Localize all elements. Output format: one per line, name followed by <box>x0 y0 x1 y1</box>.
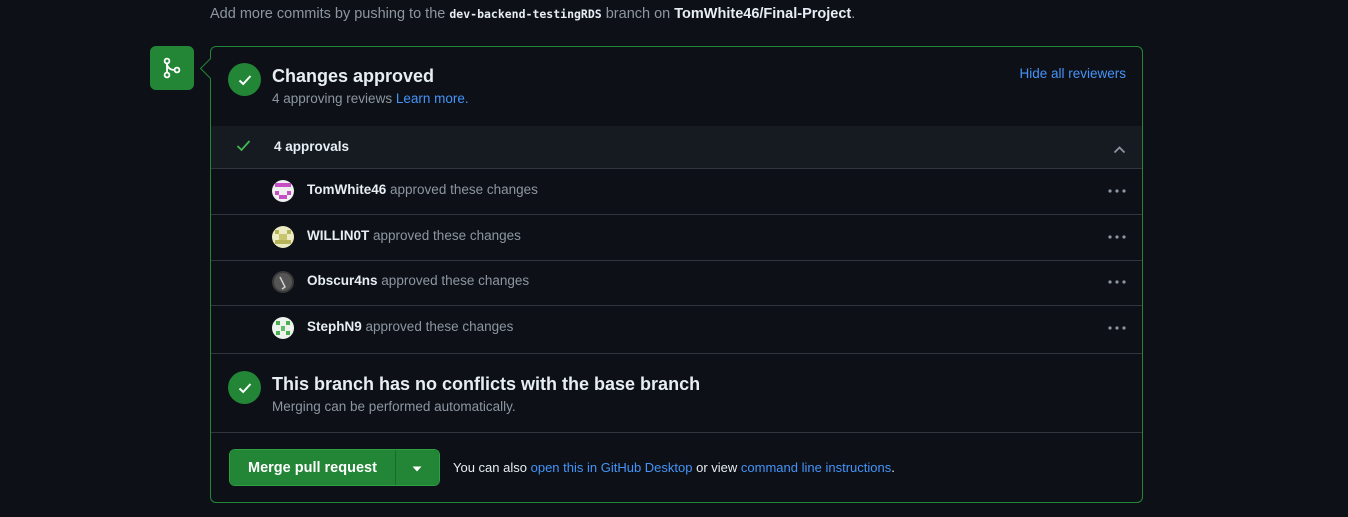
reviewer-row: Obscur4ns approved these changes <box>211 260 1142 306</box>
push-instructions: Add more commits by pushing to the dev-b… <box>210 6 855 22</box>
hide-all-reviewers-link[interactable]: Hide all reviewers <box>1019 66 1126 81</box>
mergeability-section: This branch has no conflicts with the ba… <box>211 353 1142 433</box>
merge-actions: Merge pull request You can also open thi… <box>211 431 1142 502</box>
kebab-horizontal-icon[interactable] <box>1106 180 1128 202</box>
reviewer-text: TomWhite46 approved these changes <box>307 182 538 197</box>
review-status-subtitle: 4 approving reviews Learn more. <box>272 91 469 106</box>
reviewer-name[interactable]: TomWhite46 <box>307 182 386 197</box>
chevron-up-icon[interactable] <box>1113 141 1126 159</box>
review-status-section: Changes approved 4 approving reviews Lea… <box>211 47 1142 127</box>
command-line-instructions-link[interactable]: command line instructions <box>741 460 891 475</box>
triangle-down-icon <box>412 460 422 475</box>
review-status-title: Changes approved <box>272 66 435 86</box>
reviewer-action: approved these changes <box>381 273 530 288</box>
reviewer-row: TomWhite46 approved these changes <box>211 169 1142 215</box>
reviewer-action: approved these changes <box>373 228 521 243</box>
kebab-horizontal-icon[interactable] <box>1106 271 1128 293</box>
push-instructions-middle: branch on <box>605 6 671 22</box>
reviewer-text: StephN9 approved these changes <box>307 319 513 334</box>
check-icon <box>236 139 251 157</box>
merge-note-suffix: . <box>891 460 895 475</box>
push-instructions-prefix: Add more commits by pushing to the <box>210 6 446 22</box>
check-circle-icon <box>228 371 261 404</box>
learn-more-link[interactable]: Learn more. <box>396 91 469 106</box>
reviewer-name[interactable]: Obscur4ns <box>307 273 378 288</box>
avatar[interactable] <box>272 180 294 202</box>
branch-name: dev-backend-testingRDS <box>449 7 602 21</box>
approvals-count-label: 4 approvals <box>274 139 350 154</box>
kebab-horizontal-icon[interactable] <box>1106 317 1128 339</box>
reviewer-text: WILLIN0T approved these changes <box>307 228 521 243</box>
reviewer-action: approved these changes <box>390 182 538 197</box>
merge-button-group: Merge pull request <box>229 449 440 486</box>
reviewer-name[interactable]: StephN9 <box>307 319 362 334</box>
merge-note-middle: or view <box>696 460 738 475</box>
reviewer-row: StephN9 approved these changes <box>211 306 1142 351</box>
git-merge-icon <box>150 46 194 90</box>
merge-note-prefix: You can also <box>453 460 527 475</box>
repo-name: TomWhite46/Final-Project <box>674 6 852 22</box>
push-instructions-suffix: . <box>851 6 856 22</box>
reviewer-row: WILLIN0T approved these changes <box>211 215 1142 261</box>
mergeability-subtitle: Merging can be performed automatically. <box>272 399 516 414</box>
merge-alternatives-note: You can also open this in GitHub Desktop… <box>453 460 895 475</box>
merge-method-dropdown[interactable] <box>394 450 439 485</box>
open-in-desktop-link[interactable]: open this in GitHub Desktop <box>531 460 693 475</box>
avatar[interactable] <box>272 317 294 339</box>
avatar[interactable] <box>272 226 294 248</box>
reviewer-text: Obscur4ns approved these changes <box>307 273 529 288</box>
check-circle-icon <box>228 63 261 96</box>
kebab-horizontal-icon[interactable] <box>1106 226 1128 248</box>
avatar[interactable] <box>272 271 294 293</box>
approvals-toggle[interactable]: 4 approvals <box>211 126 1142 169</box>
reviewer-action: approved these changes <box>365 319 514 334</box>
merge-pull-request-button[interactable]: Merge pull request <box>230 450 395 485</box>
merge-box: Changes approved 4 approving reviews Lea… <box>210 46 1143 503</box>
mergeability-title: This branch has no conflicts with the ba… <box>272 374 701 394</box>
reviewer-name[interactable]: WILLIN0T <box>307 228 369 243</box>
approving-reviews-count: 4 approving reviews <box>272 91 393 106</box>
